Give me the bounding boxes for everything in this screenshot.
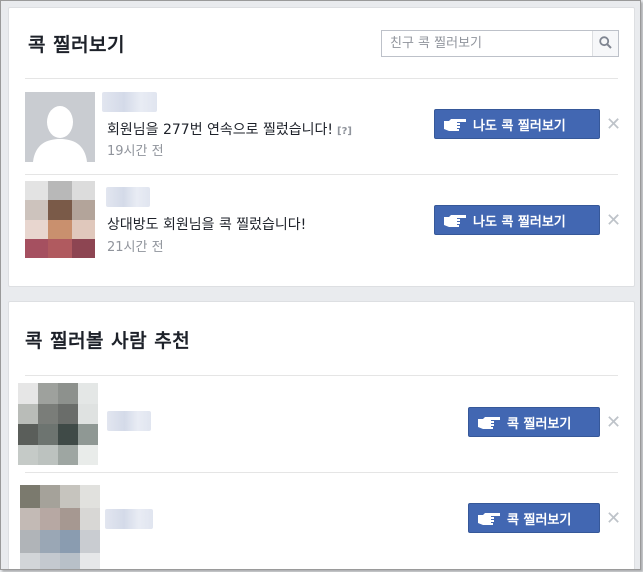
pokes-title: 콕 찔러보기 [28,34,126,56]
search-button[interactable] [592,31,618,56]
avatar[interactable] [18,383,98,465]
poke-page: 콕 찔러보기 회원님을 277번 연속으로 찔 [0,0,641,570]
divider [25,375,618,376]
divider [25,174,618,175]
poke-message: 회원님을 277번 연속으로 찔렀습니다! [?] [107,122,352,138]
poke-timestamp: 19시간 전 [107,144,164,159]
divider [25,78,618,79]
poke-back-button[interactable]: 나도 콕 찔러보기 [434,109,600,139]
blurred-name[interactable] [105,509,153,529]
poke-button[interactable]: 콕 찔러보기 [468,407,600,437]
pokes-card: 콕 찔러보기 회원님을 277번 연속으로 찔 [8,7,635,287]
close-icon[interactable]: ✕ [606,212,621,230]
suggestions-title: 콕 찔러볼 사람 추천 [25,330,191,352]
divider [25,472,618,473]
poke-message: 상대방도 회원님을 콕 찔렀습니다! [107,217,307,233]
default-avatar-icon [25,92,95,162]
blurred-name[interactable] [106,187,150,207]
close-icon[interactable]: ✕ [606,510,621,528]
blurred-name[interactable] [107,411,151,431]
poke-back-button[interactable]: 나도 콕 찔러보기 [434,205,600,235]
avatar[interactable] [25,92,95,162]
help-link[interactable]: [?] [337,126,352,137]
pointing-hand-icon [443,213,467,227]
search-input[interactable] [382,31,592,56]
blurred-name[interactable] [102,92,157,112]
close-icon[interactable]: ✕ [606,116,621,134]
pointing-hand-icon [477,415,501,429]
pointing-hand-icon [477,511,501,525]
poke-button[interactable]: 콕 찔러보기 [468,503,600,533]
suggestions-card: 콕 찔러볼 사람 추천 콕 찔러보기 ✕ 콕 찔러보기 ✕ [8,301,635,569]
avatar[interactable] [25,181,95,258]
avatar[interactable] [20,485,100,569]
poke-timestamp: 21시간 전 [107,240,164,255]
pointing-hand-icon [443,117,467,131]
poke-search [381,30,619,57]
search-icon [599,34,612,53]
close-icon[interactable]: ✕ [606,414,621,432]
